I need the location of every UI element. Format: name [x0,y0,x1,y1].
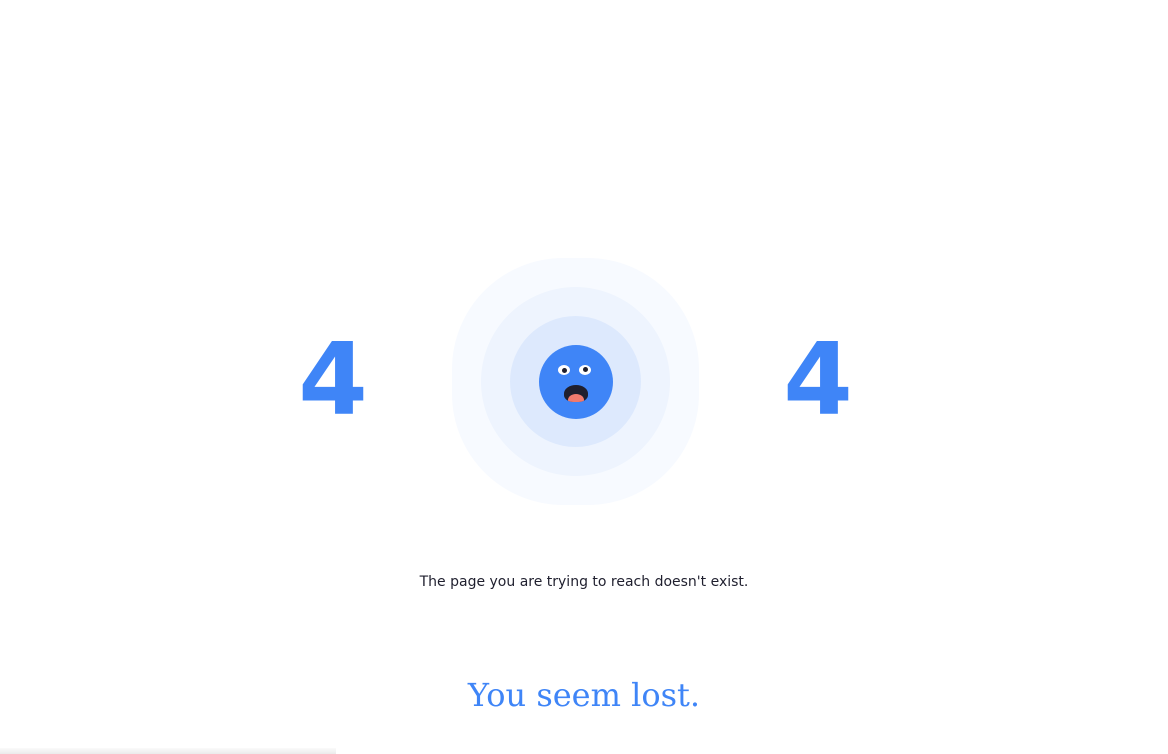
open-mouth [564,385,588,402]
page-headline: You seem lost. [467,676,701,714]
error-message: The page you are trying to reach doesn't… [419,574,749,590]
left-pupil [562,368,567,373]
left-eye [558,365,570,375]
right-eye [579,365,591,375]
tongue [568,394,584,402]
right-pupil [583,367,588,372]
error-digit-left: 4 [298,321,368,438]
shocked-face-icon [539,345,613,419]
bottom-edge-shadow [0,748,336,754]
error-digit-right: 4 [783,321,853,438]
